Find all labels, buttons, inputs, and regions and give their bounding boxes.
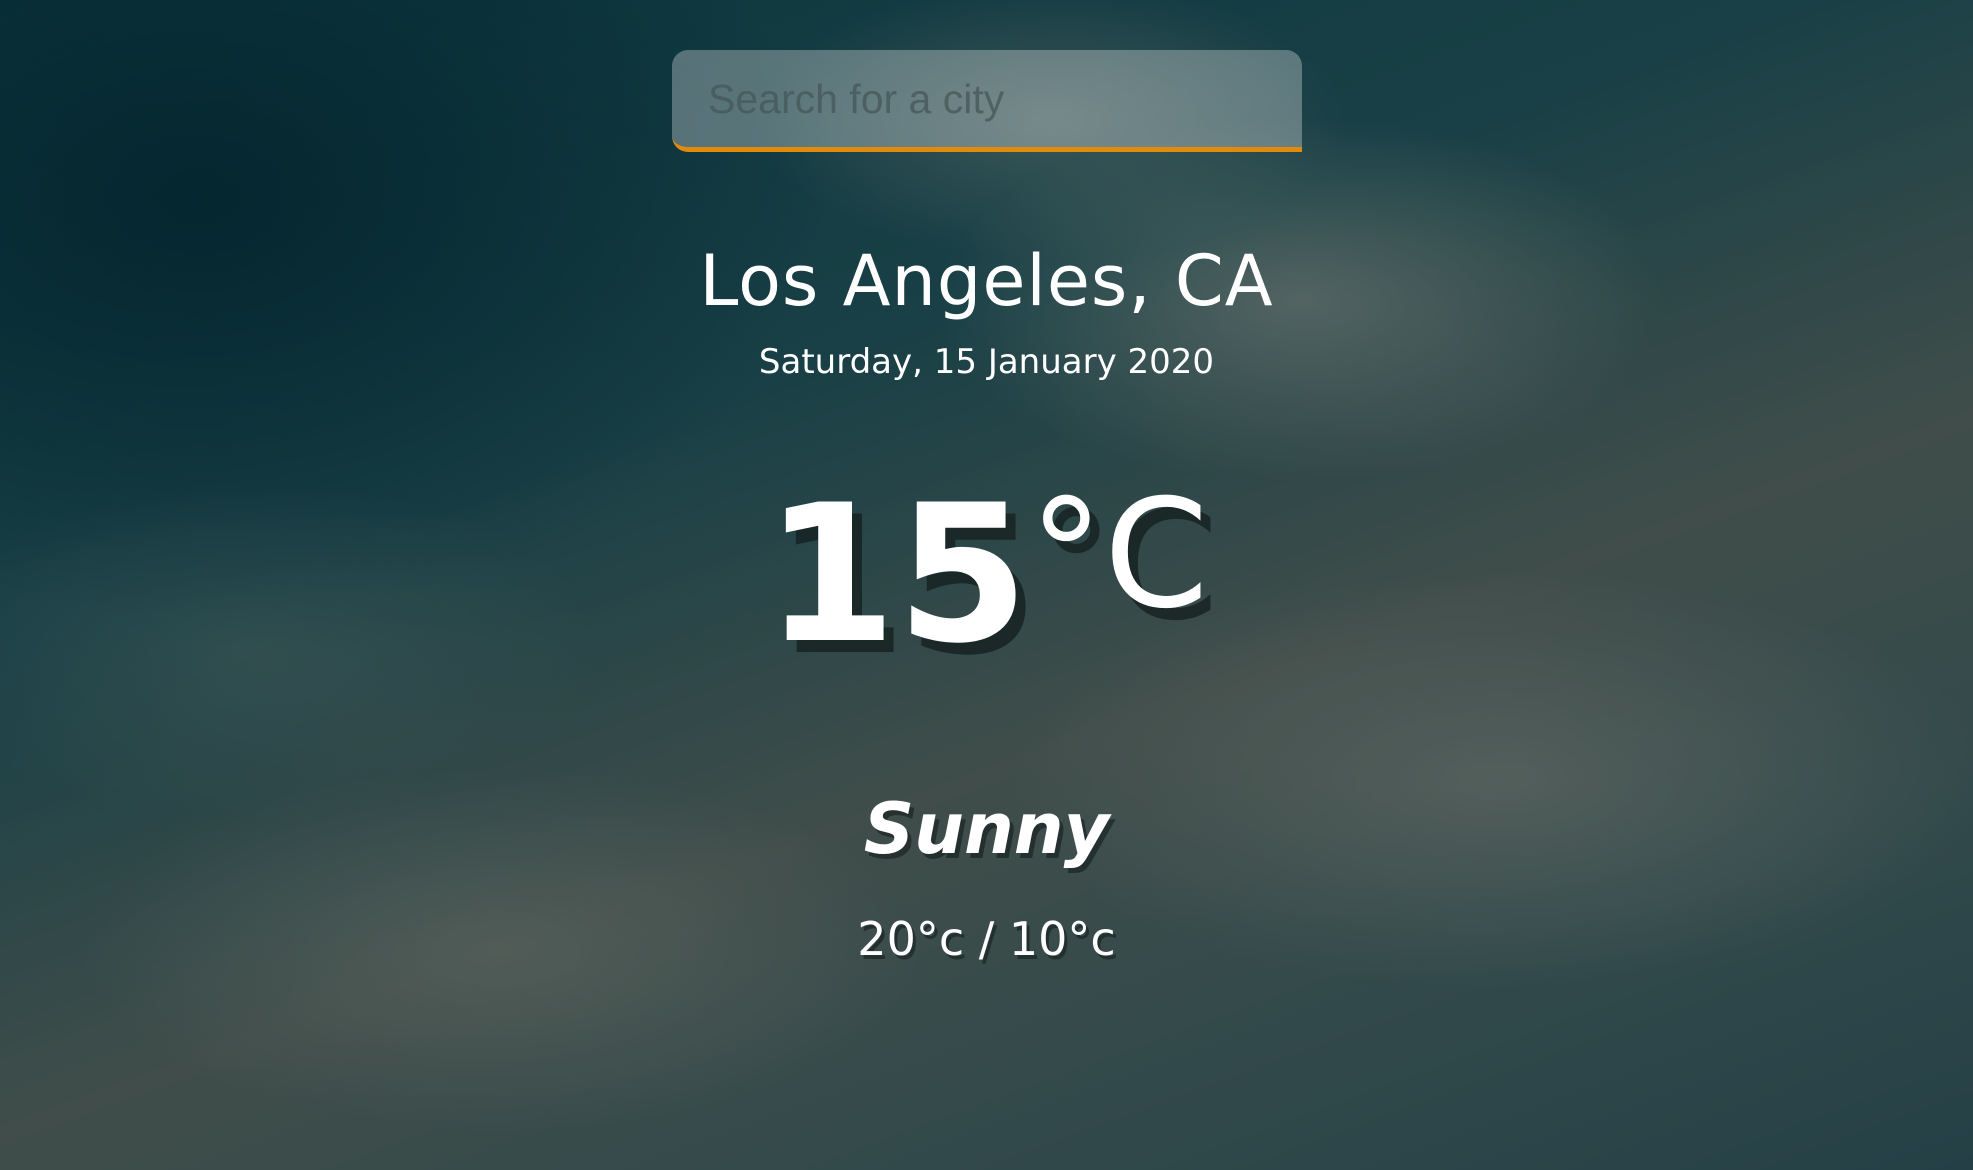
high-low-temperature: 20°c / 10°c (857, 912, 1116, 966)
temperature-value: 15 (764, 464, 1029, 685)
search-box[interactable] (672, 50, 1302, 152)
temperature-unit: °C (1028, 468, 1209, 642)
search-input[interactable] (706, 70, 1270, 128)
current-date: Saturday, 15 January 2020 (758, 342, 1215, 382)
weather-condition: Sunny (863, 788, 1110, 870)
location-title: Los Angeles, CA (699, 240, 1274, 322)
current-temperature: 15°C (0, 480, 1973, 670)
